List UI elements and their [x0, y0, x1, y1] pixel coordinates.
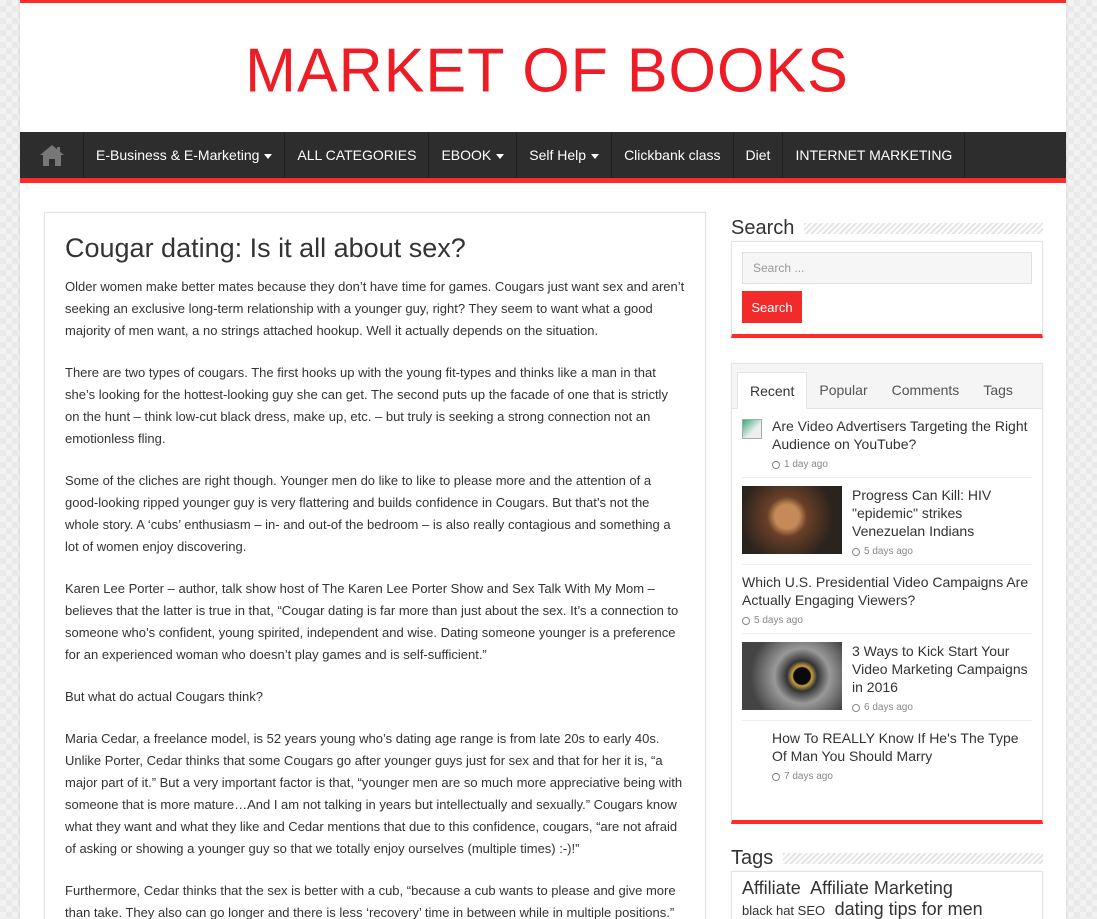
- post-link[interactable]: Which U.S. Presidential Video Campaigns …: [742, 573, 1032, 609]
- chevron-down-icon: [264, 153, 273, 159]
- tabs-bar: Recent Popular Comments Tags: [732, 364, 1042, 409]
- post-date: 7 days ago: [772, 771, 1032, 782]
- nav-item-label: E-Business & E-Marketing: [96, 147, 260, 163]
- nav-item-label: Self Help: [529, 147, 587, 163]
- list-item: Progress Can Kill: HIV "epidemic" strike…: [742, 478, 1032, 565]
- post-paragraph: Maria Cedar, a freelance model, is 52 ye…: [65, 731, 683, 856]
- nav-item-self-help[interactable]: Self Help: [517, 132, 613, 178]
- post-link[interactable]: 3 Ways to Kick Start Your Video Marketin…: [852, 642, 1032, 696]
- post-paragraph: Older women make better mates because th…: [65, 279, 685, 338]
- list-item-text: Which U.S. Presidential Video Campaigns …: [742, 573, 1032, 626]
- post-body: Older women make better mates because th…: [65, 276, 685, 919]
- clock-icon: [852, 547, 860, 556]
- list-item-text: 3 Ways to Kick Start Your Video Marketin…: [852, 642, 1032, 713]
- search-input[interactable]: Search ...: [742, 252, 1032, 284]
- post-link[interactable]: How To REALLY Know If He's The Type Of M…: [772, 729, 1032, 765]
- nav-item-label: Clickbank class: [624, 147, 721, 163]
- tags-widget-title: Tags: [731, 845, 1043, 871]
- post-date-text: 5 days ago: [754, 615, 803, 626]
- tag-link[interactable]: Affiliate: [742, 878, 801, 898]
- recent-posts-list: Are Video Advertisers Targeting the Righ…: [732, 409, 1042, 789]
- post-link[interactable]: Progress Can Kill: HIV "epidemic" strike…: [852, 486, 1032, 540]
- nav-item-clickbank-class[interactable]: Clickbank class: [612, 132, 734, 178]
- nav-item-internet-marketing[interactable]: INTERNET MARKETING: [783, 132, 966, 178]
- clock-icon: [772, 772, 780, 781]
- post-thumbnail[interactable]: [742, 486, 842, 554]
- post-link[interactable]: Are Video Advertisers Targeting the Righ…: [772, 417, 1032, 453]
- list-item-text: Are Video Advertisers Targeting the Righ…: [772, 417, 1032, 470]
- list-item: How To REALLY Know If He's The Type Of M…: [742, 721, 1032, 789]
- nav-item-label: EBOOK: [441, 147, 492, 163]
- nav-item-diet[interactable]: Diet: [734, 132, 784, 178]
- nav-item-label: ALL CATEGORIES: [297, 147, 417, 163]
- post-date-text: 6 days ago: [864, 702, 913, 713]
- sidebar: Search Search ... Search Recent Popular Co…: [731, 215, 1043, 919]
- tag-link[interactable]: Affiliate Marketing: [810, 878, 953, 898]
- article: Cougar dating: Is it all about sex? Olde…: [44, 212, 706, 919]
- clock-icon: [742, 616, 750, 625]
- tab-recent[interactable]: Recent: [737, 372, 808, 409]
- post-thumbnail: [742, 729, 762, 749]
- clock-icon: [852, 703, 860, 712]
- tab-comments[interactable]: Comments: [880, 372, 972, 408]
- post-paragraph: There are two types of cougars. The firs…: [65, 365, 668, 446]
- site-logo[interactable]: MARKET OF BOOKS: [237, 30, 849, 105]
- list-item: Which U.S. Presidential Video Campaigns …: [742, 565, 1032, 634]
- nav-item-ebook[interactable]: EBOOK: [429, 132, 518, 178]
- nav-home-button[interactable]: [20, 132, 84, 178]
- tags-widget-heading: Tags: [731, 846, 774, 869]
- search-button[interactable]: Search: [742, 291, 802, 323]
- post-date-text: 7 days ago: [784, 771, 833, 782]
- nav-item-label: INTERNET MARKETING: [795, 147, 953, 163]
- home-icon: [39, 145, 64, 166]
- tag-link[interactable]: dating tips for men: [835, 899, 983, 919]
- search-widget-heading: Search: [731, 216, 795, 239]
- list-item: 3 Ways to Kick Start Your Video Marketin…: [742, 634, 1032, 721]
- tabs-widget: Recent Popular Comments Tags Are Video Adve…: [731, 363, 1043, 824]
- list-item-text: How To REALLY Know If He's The Type Of M…: [772, 729, 1032, 782]
- nav-item-e-business-e-marketing[interactable]: E-Business & E-Marketing: [84, 132, 286, 178]
- tags-cloud: Affiliate Affiliate Marketing black hat …: [731, 871, 1043, 919]
- chevron-down-icon: [496, 153, 505, 159]
- post-paragraph: Karen Lee Porter – author, talk show hos…: [65, 581, 679, 662]
- search-widget: Search ... Search: [731, 241, 1043, 338]
- nav-item-label: Diet: [745, 147, 771, 163]
- post-paragraph: But what do actual Cougars think?: [65, 689, 264, 704]
- chevron-down-icon: [591, 153, 600, 159]
- post-date-text: 1 day ago: [784, 459, 828, 470]
- tab-popular[interactable]: Popular: [807, 372, 879, 408]
- site-header: MARKET OF BOOKS: [20, 3, 1066, 132]
- list-item-text: Progress Can Kill: HIV "epidemic" strike…: [852, 486, 1032, 557]
- search-widget-title: Search: [731, 215, 1043, 241]
- post-date-text: 5 days ago: [864, 546, 913, 557]
- post-date: 1 day ago: [772, 459, 1032, 470]
- post-paragraph: Some of the cliches are right though. Yo…: [65, 473, 671, 554]
- clock-icon: [772, 460, 780, 469]
- title-stripes: [783, 852, 1043, 864]
- post-date: 6 days ago: [852, 702, 1032, 713]
- page-wrapper: MARKET OF BOOKS E-Business & E-Marketing…: [20, 0, 1066, 919]
- nav-item-all-categories[interactable]: ALL CATEGORIES: [285, 132, 430, 178]
- post-paragraph: Furthermore, Cedar thinks that the sex i…: [65, 883, 676, 919]
- list-item: Are Video Advertisers Targeting the Righ…: [742, 409, 1032, 478]
- tab-tags[interactable]: Tags: [971, 372, 1025, 408]
- main-navigation: E-Business & E-Marketing ALL CATEGORIES EB…: [20, 132, 1066, 183]
- post-date: 5 days ago: [852, 546, 1032, 557]
- post-thumbnail[interactable]: [742, 642, 842, 710]
- post-title[interactable]: Cougar dating: Is it all about sex?: [65, 233, 685, 264]
- title-stripes: [804, 222, 1043, 234]
- broken-image-icon[interactable]: [742, 419, 762, 439]
- post-date: 5 days ago: [742, 615, 1032, 626]
- tag-link[interactable]: black hat SEO: [742, 903, 825, 918]
